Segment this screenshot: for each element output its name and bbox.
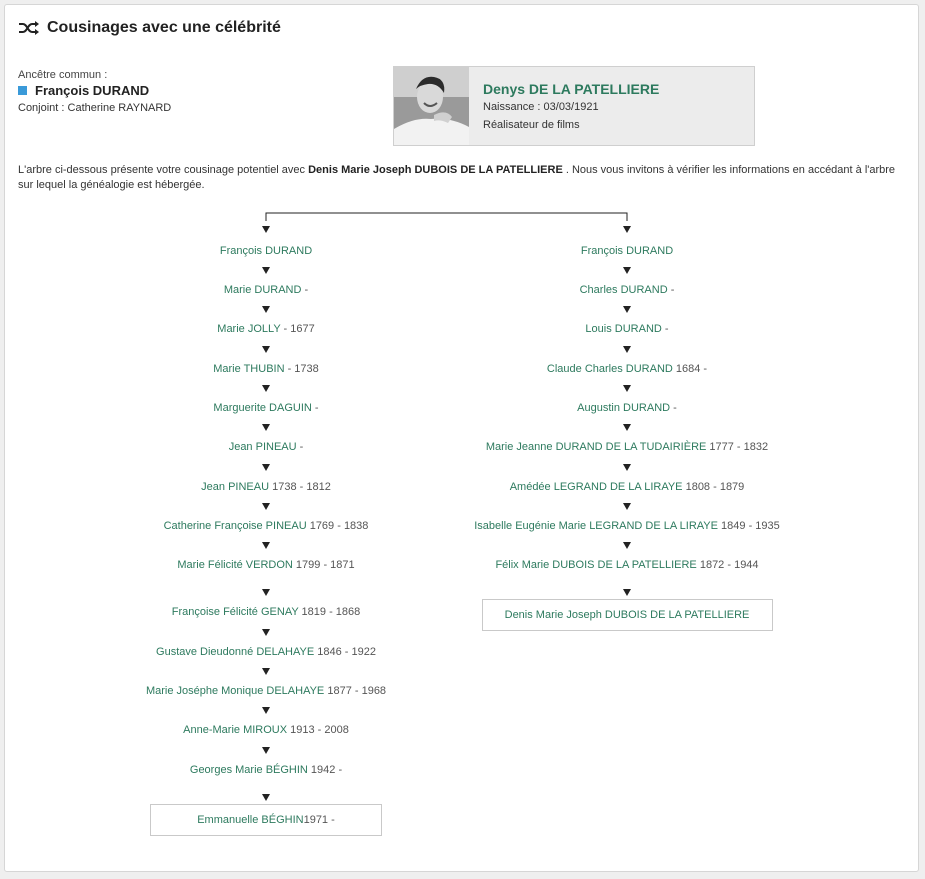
- arrow-down-icon: [623, 385, 631, 392]
- left-branch-person[interactable]: François DURAND: [220, 245, 312, 257]
- arrow-down-icon: [262, 503, 270, 510]
- arrow-down-icon: [623, 589, 631, 596]
- person-name[interactable]: Isabelle Eugénie Marie LEGRAND DE LA LIR…: [474, 520, 718, 532]
- person-dates: 1942 -: [307, 764, 343, 776]
- arrow-down-icon: [262, 306, 270, 313]
- arrow-down-icon: [623, 542, 631, 549]
- person-dates: -: [311, 402, 319, 414]
- right-branch-person[interactable]: Isabelle Eugénie Marie LEGRAND DE LA LIR…: [474, 520, 780, 532]
- person-name[interactable]: Emmanuelle BÉGHIN: [197, 814, 303, 826]
- arrow-down-icon: [262, 346, 270, 353]
- person-name[interactable]: Denis Marie Joseph DUBOIS DE LA PATELLIE…: [505, 609, 750, 621]
- person-name[interactable]: Claude Charles DURAND: [547, 363, 673, 375]
- person-dates: - 1677: [280, 323, 315, 335]
- arrow-down-icon: [262, 668, 270, 675]
- person-name[interactable]: Marie JOLLY: [217, 323, 280, 335]
- person-name[interactable]: Charles DURAND: [580, 284, 668, 296]
- right-branch-person[interactable]: Louis DURAND -: [585, 323, 668, 335]
- person-name[interactable]: Jean PINEAU: [229, 441, 297, 453]
- arrow-down-icon: [262, 226, 270, 233]
- person-dates: 1777 - 1832: [706, 441, 769, 453]
- person-dates: -: [301, 284, 309, 296]
- arrow-down-icon: [262, 747, 270, 754]
- person-name[interactable]: Catherine Françoise PINEAU: [164, 520, 307, 532]
- left-branch-person[interactable]: Marie JOLLY - 1677: [217, 323, 314, 335]
- person-dates: 1738 - 1812: [269, 481, 331, 493]
- left-branch-person[interactable]: Gustave Dieudonné DELAHAYE 1846 - 1922: [156, 646, 376, 658]
- right-branch-person[interactable]: Félix Marie DUBOIS DE LA PATELLIERE 1872…: [495, 559, 758, 571]
- arrow-down-icon: [262, 589, 270, 596]
- arrow-down-icon: [262, 385, 270, 392]
- person-dates: -: [670, 402, 677, 414]
- left-branch-person[interactable]: Marguerite DAGUIN -: [213, 402, 318, 414]
- left-branch-person[interactable]: Jean PINEAU 1738 - 1812: [201, 481, 331, 493]
- right-branch-person[interactable]: Charles DURAND -: [580, 284, 675, 296]
- right-branch-person[interactable]: Augustin DURAND -: [577, 402, 677, 414]
- person-name[interactable]: Marie Joséphe Monique DELAHAYE: [146, 685, 324, 697]
- right-branch-person[interactable]: Claude Charles DURAND 1684 -: [547, 363, 707, 375]
- person-dates: 1819 - 1868: [298, 606, 361, 618]
- person-dates: -: [661, 323, 669, 335]
- right-branch-person[interactable]: François DURAND: [581, 245, 673, 257]
- arrow-down-icon: [262, 267, 270, 274]
- person-dates: 1872 - 1944: [696, 559, 759, 571]
- arrow-down-icon: [262, 707, 270, 714]
- person-name[interactable]: Marie Jeanne DURAND DE LA TUDAIRIÈRE: [486, 441, 706, 453]
- arrow-down-icon: [623, 306, 631, 313]
- right-branch-person[interactable]: Amédée LEGRAND DE LA LIRAYE 1808 - 1879: [510, 481, 745, 493]
- person-name[interactable]: Marie Félicité VERDON: [177, 559, 293, 571]
- arrow-down-icon: [262, 424, 270, 431]
- person-name[interactable]: Françoise Félicité GENAY: [172, 606, 299, 618]
- arrow-down-icon: [623, 424, 631, 431]
- person-dates: 1769 - 1838: [306, 520, 369, 532]
- person-name[interactable]: Marie THUBIN: [213, 363, 284, 375]
- left-branch-person[interactable]: Marie Félicité VERDON 1799 - 1871: [177, 559, 354, 571]
- left-branch-person[interactable]: Anne-Marie MIROUX 1913 - 2008: [183, 724, 349, 736]
- cousinage-panel: Cousinages avec une célébrité Ancêtre co…: [4, 4, 919, 872]
- person-name[interactable]: Jean PINEAU: [201, 481, 269, 493]
- person-name[interactable]: Augustin DURAND: [577, 402, 670, 414]
- left-branch-person[interactable]: Emmanuelle BÉGHIN 1971 -: [150, 804, 382, 836]
- person-name[interactable]: François DURAND: [581, 245, 673, 257]
- left-branch-person[interactable]: Françoise Félicité GENAY 1819 - 1868: [172, 606, 361, 618]
- right-branch-person[interactable]: Denis Marie Joseph DUBOIS DE LA PATELLIE…: [481, 599, 773, 631]
- tree-connector: [265, 212, 628, 221]
- person-dates: 1808 - 1879: [682, 481, 745, 493]
- person-name[interactable]: Anne-Marie MIROUX: [183, 724, 287, 736]
- left-branch-person[interactable]: Catherine Françoise PINEAU 1769 - 1838: [164, 520, 369, 532]
- person-name[interactable]: Georges Marie BÉGHIN: [190, 764, 308, 776]
- left-branch-person[interactable]: Marie THUBIN - 1738: [213, 363, 319, 375]
- person-dates: 1971 -: [303, 814, 335, 826]
- arrow-down-icon: [623, 346, 631, 353]
- arrow-down-icon: [262, 794, 270, 801]
- person-name[interactable]: Marguerite DAGUIN: [213, 402, 311, 414]
- person-dates: - 1738: [284, 363, 319, 375]
- person-name[interactable]: Amédée LEGRAND DE LA LIRAYE: [510, 481, 683, 493]
- person-name[interactable]: Gustave Dieudonné DELAHAYE: [156, 646, 314, 658]
- person-name[interactable]: Félix Marie DUBOIS DE LA PATELLIERE: [495, 559, 696, 571]
- left-branch-person[interactable]: Georges Marie BÉGHIN 1942 -: [190, 764, 342, 776]
- person-name[interactable]: Marie DURAND: [224, 284, 302, 296]
- arrow-down-icon: [623, 226, 631, 233]
- person-dates: -: [667, 284, 675, 296]
- left-branch-person[interactable]: Marie DURAND -: [224, 284, 308, 296]
- person-dates: 1913 - 2008: [287, 724, 349, 736]
- right-branch-person[interactable]: Marie Jeanne DURAND DE LA TUDAIRIÈRE 177…: [486, 441, 768, 453]
- person-dates: 1799 - 1871: [292, 559, 355, 571]
- person-dates: 1877 - 1968: [324, 685, 387, 697]
- arrow-down-icon: [262, 464, 270, 471]
- arrow-down-icon: [623, 464, 631, 471]
- person-dates: 1846 - 1922: [314, 646, 376, 658]
- arrow-down-icon: [262, 542, 270, 549]
- person-dates: 1684 -: [672, 363, 708, 375]
- person-dates: 1849 - 1935: [717, 520, 780, 532]
- person-name[interactable]: Louis DURAND: [585, 323, 661, 335]
- arrow-down-icon: [623, 267, 631, 274]
- person-dates: -: [296, 441, 304, 453]
- arrow-down-icon: [262, 629, 270, 636]
- arrow-down-icon: [623, 503, 631, 510]
- left-branch-person[interactable]: Marie Joséphe Monique DELAHAYE 1877 - 19…: [146, 685, 386, 697]
- left-branch-person[interactable]: Jean PINEAU -: [229, 441, 304, 453]
- person-name[interactable]: François DURAND: [220, 245, 312, 257]
